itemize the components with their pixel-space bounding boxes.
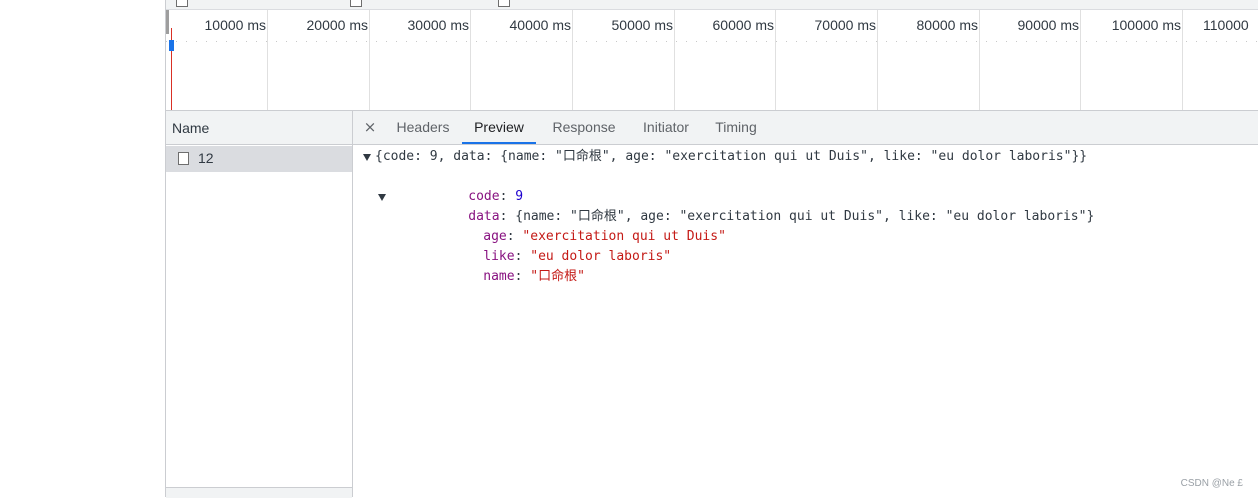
checkbox-icon[interactable] [498,0,510,7]
tab-headers[interactable]: Headers [391,111,455,144]
timeline-tick-label: 30000 ms [407,17,469,33]
timeline-tick-label: 20000 ms [306,17,368,33]
json-row-code: code: 9 [468,189,524,204]
document-icon [178,152,189,165]
checkbox-icon[interactable] [350,0,362,7]
timeline-tick-label: 80000 ms [916,17,978,33]
json-string-value: "口命根" [530,269,585,284]
json-row-like: like: "eu dolor laboris" [483,249,672,264]
json-root-summary[interactable]: {code: 9, data: {name: "口命根", age: "exer… [375,147,1087,167]
json-key: name [483,269,515,284]
request-name: 12 [198,150,214,166]
timeline-tick-label: 110000 [1203,17,1249,33]
request-list-panel: Name 12 [166,111,353,498]
tab-preview[interactable]: Preview [462,111,536,144]
expand-triangle-icon[interactable] [363,154,371,161]
timeline-divider [979,10,980,110]
timeline-divider [267,10,268,110]
timeline-tick-label: 40000 ms [509,17,571,33]
tab-response[interactable]: Response [544,111,624,144]
timeline-divider [775,10,776,110]
json-row-data[interactable]: data: {name: "口命根", age: "exercitation q… [390,187,1094,224]
timeline-tick-label: 90000 ms [1017,17,1079,33]
request-list-footer [166,487,352,498]
checkbox-icon[interactable] [176,0,188,7]
json-row-name: name: "口命根" [483,269,585,284]
timeline-divider [470,10,471,110]
timeline-divider [572,10,573,110]
timeline-tick-label: 100000 ms [1111,17,1181,33]
tab-initiator[interactable]: Initiator [632,111,700,144]
network-overview-timeline[interactable]: 10000 ms 20000 ms 30000 ms 40000 ms 5000… [166,10,1258,111]
expand-triangle-icon[interactable] [378,194,386,201]
json-row-age: age: "exercitation qui ut Duis" [483,229,726,244]
timeline-tick-label: 60000 ms [712,17,774,33]
network-lower-area: Name 12 × Headers Preview Response Initi… [166,111,1258,498]
timeline-tick-label: 10000 ms [204,17,266,33]
name-column-header[interactable]: Name [166,111,352,145]
timeline-divider [674,10,675,110]
devtools-panel: 10000 ms 20000 ms 30000 ms 40000 ms 5000… [165,0,1258,498]
timeline-handle[interactable] [166,10,169,34]
timeline-divider [369,10,370,110]
toolbar-strip [166,0,1258,10]
timeline-tick-label: 70000 ms [814,17,876,33]
timeline-divider [877,10,878,110]
request-row[interactable]: 12 [166,146,352,172]
tab-timing[interactable]: Timing [708,111,764,144]
timeline-tick-label: 50000 ms [611,17,673,33]
timeline-divider [1182,10,1183,110]
timeline-divider [1080,10,1081,110]
close-icon[interactable]: × [363,117,377,137]
detail-tab-bar: × Headers Preview Response Initiator Tim… [353,111,1258,145]
timeline-dots [166,41,1258,42]
request-detail-panel: × Headers Preview Response Initiator Tim… [353,111,1258,497]
timeline-request-bar [169,40,174,51]
watermark: CSDN @Ne £ [1180,478,1243,489]
